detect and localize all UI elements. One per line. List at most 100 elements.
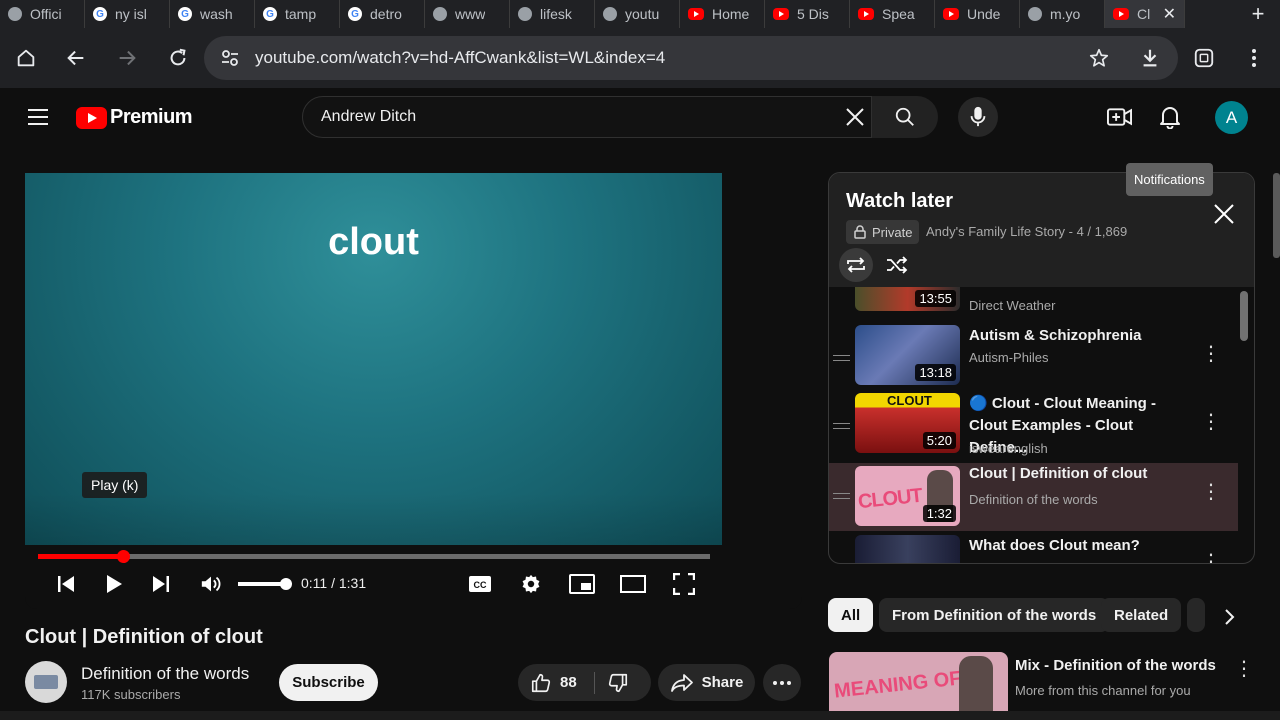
reload-icon[interactable]	[156, 36, 200, 80]
download-icon[interactable]	[1139, 47, 1161, 74]
chip-from-channel[interactable]: From Definition of the words	[879, 598, 1110, 632]
browser-tab[interactable]: 5 Dis	[765, 0, 850, 28]
miniplayer-icon[interactable]	[567, 569, 597, 599]
youtube-icon	[1113, 8, 1129, 20]
search-button[interactable]	[872, 96, 938, 138]
chip-related[interactable]: Related	[1101, 598, 1182, 632]
notifications-tooltip: Notifications	[1126, 163, 1213, 196]
previous-icon[interactable]	[51, 569, 81, 599]
browser-menu-icon[interactable]	[1232, 36, 1276, 80]
new-tab-button[interactable]: +	[1236, 1, 1280, 27]
forward-arrow-icon[interactable]	[105, 36, 149, 80]
settings-gear-icon[interactable]	[516, 569, 546, 599]
youtube-icon	[688, 8, 704, 20]
browser-tab[interactable]: Unde	[935, 0, 1020, 28]
chip-all[interactable]: All	[828, 598, 874, 632]
browser-tab[interactable]: m.yo	[1020, 0, 1105, 28]
youtube-premium-logo[interactable]: Premium	[76, 106, 193, 129]
recommendation-title[interactable]: Mix - Definition of the words	[1015, 657, 1216, 674]
progress-scrubber[interactable]	[117, 550, 131, 563]
microphone-icon	[970, 106, 986, 127]
video-thumbnail: CLOUT 1:32	[855, 466, 960, 526]
drag-handle-icon[interactable]	[833, 355, 850, 361]
drag-handle-icon[interactable]	[833, 493, 850, 499]
playlist-panel: Watch later Private Andy's Family Life S…	[828, 172, 1255, 564]
privacy-badge: Private	[846, 220, 920, 244]
clear-search-icon[interactable]	[845, 107, 865, 132]
create-video-icon[interactable]	[1107, 106, 1132, 133]
hamburger-menu-icon[interactable]	[27, 108, 49, 131]
item-menu-icon[interactable]: ⋮	[1201, 409, 1221, 434]
fullscreen-icon[interactable]	[669, 569, 699, 599]
lock-icon	[854, 225, 866, 239]
recommendation-thumbnail[interactable]: MEANING OF	[829, 652, 1008, 720]
playlist-title[interactable]: Watch later	[846, 190, 953, 213]
playlist-item[interactable]: 13:18 Autism & Schizophrenia Autism-Phil…	[829, 325, 1238, 393]
volume-slider[interactable]	[238, 578, 292, 590]
playlist-item[interactable]: CLOUT 5:20 🔵 Clout - Clout Meaning - Clo…	[829, 393, 1238, 461]
shuffle-icon[interactable]	[880, 248, 914, 282]
subtitles-cc-icon[interactable]: CC	[465, 569, 495, 599]
item-menu-icon[interactable]: ⋮	[1201, 549, 1221, 563]
home-icon[interactable]	[4, 36, 48, 80]
video-player[interactable]: clout	[25, 173, 722, 563]
browser-tab[interactable]: lifesk	[510, 0, 595, 28]
recommendation-menu-icon[interactable]: ⋮	[1234, 656, 1254, 681]
next-icon[interactable]	[146, 569, 176, 599]
back-arrow-icon[interactable]	[54, 36, 98, 80]
volume-icon[interactable]	[196, 569, 226, 599]
playlist-scrollbar[interactable]	[1240, 291, 1248, 341]
site-settings-icon[interactable]	[220, 48, 240, 73]
browser-tab[interactable]: Spea	[850, 0, 935, 28]
close-playlist-icon[interactable]	[1213, 201, 1235, 232]
chip-overflow[interactable]	[1187, 598, 1205, 632]
loop-playlist-icon[interactable]	[839, 248, 873, 282]
browser-tab[interactable]: youtu	[595, 0, 680, 28]
play-icon[interactable]	[99, 569, 129, 599]
notifications-bell-icon[interactable]	[1159, 105, 1181, 134]
video-thumbnail: CLOUT 5:20	[855, 393, 960, 453]
drag-handle-icon[interactable]	[833, 423, 850, 429]
playlist-item[interactable]: What does Clout mean? ⋮	[829, 535, 1238, 563]
channel-name[interactable]: Definition of the words	[81, 664, 249, 684]
playlist-item[interactable]: 13:55 Direct Weather ⋮	[829, 287, 1238, 319]
close-tab-icon[interactable]: ✕	[1163, 4, 1176, 24]
volume-knob[interactable]	[280, 578, 292, 590]
subscribe-button[interactable]: Subscribe	[279, 664, 378, 701]
search-input[interactable]: Andrew Ditch	[302, 96, 872, 138]
video-thumbnail: 13:18	[855, 325, 960, 385]
page-scrollbar[interactable]	[1273, 173, 1280, 258]
browser-tab[interactable]: Gwash	[170, 0, 255, 28]
thumbs-up-icon[interactable]	[530, 672, 552, 699]
bookmark-star-icon[interactable]	[1088, 47, 1110, 74]
svg-text:CC: CC	[474, 580, 487, 590]
chevron-right-icon[interactable]	[1223, 608, 1235, 631]
browser-tab[interactable]: Gtamp	[255, 0, 340, 28]
more-actions-button[interactable]	[763, 664, 801, 701]
channel-avatar[interactable]	[25, 661, 67, 703]
share-button[interactable]: Share	[658, 664, 755, 701]
browser-tab[interactable]: Offici	[0, 0, 85, 28]
tab-switcher-icon[interactable]	[1182, 36, 1226, 80]
thumbs-down-icon[interactable]	[607, 672, 629, 699]
browser-tab-active[interactable]: Cl ✕	[1105, 0, 1185, 28]
browser-tab[interactable]: www	[425, 0, 510, 28]
browser-tab[interactable]: Gdetro	[340, 0, 425, 28]
voice-search-button[interactable]	[958, 97, 998, 137]
google-icon: G	[348, 7, 362, 21]
playlist-item-current[interactable]: CLOUT 1:32 Clout | Definition of clout D…	[829, 463, 1238, 531]
item-menu-icon[interactable]: ⋮	[1201, 341, 1221, 366]
playlist-items: 13:55 Direct Weather ⋮ 13:18 Autism & Sc…	[829, 287, 1239, 563]
recommendation-subtitle: More from this channel for you	[1015, 683, 1191, 698]
youtube-header: Premium Andrew Ditch A	[0, 88, 1280, 148]
account-avatar[interactable]: A	[1215, 101, 1248, 134]
url-text: youtube.com/watch?v=hd-AffCwank&list=WL&…	[255, 48, 666, 67]
browser-tab[interactable]: Home	[680, 0, 765, 28]
player-controls: 0:11 / 1:31 CC	[25, 545, 802, 609]
progress-bar[interactable]	[38, 550, 710, 563]
item-menu-icon[interactable]: ⋮	[1201, 479, 1221, 504]
address-bar[interactable]: youtube.com/watch?v=hd-AffCwank&list=WL&…	[204, 36, 1178, 80]
video-thumbnail	[855, 535, 960, 563]
browser-tab[interactable]: Gny isl	[85, 0, 170, 28]
theater-mode-icon[interactable]	[618, 569, 648, 599]
